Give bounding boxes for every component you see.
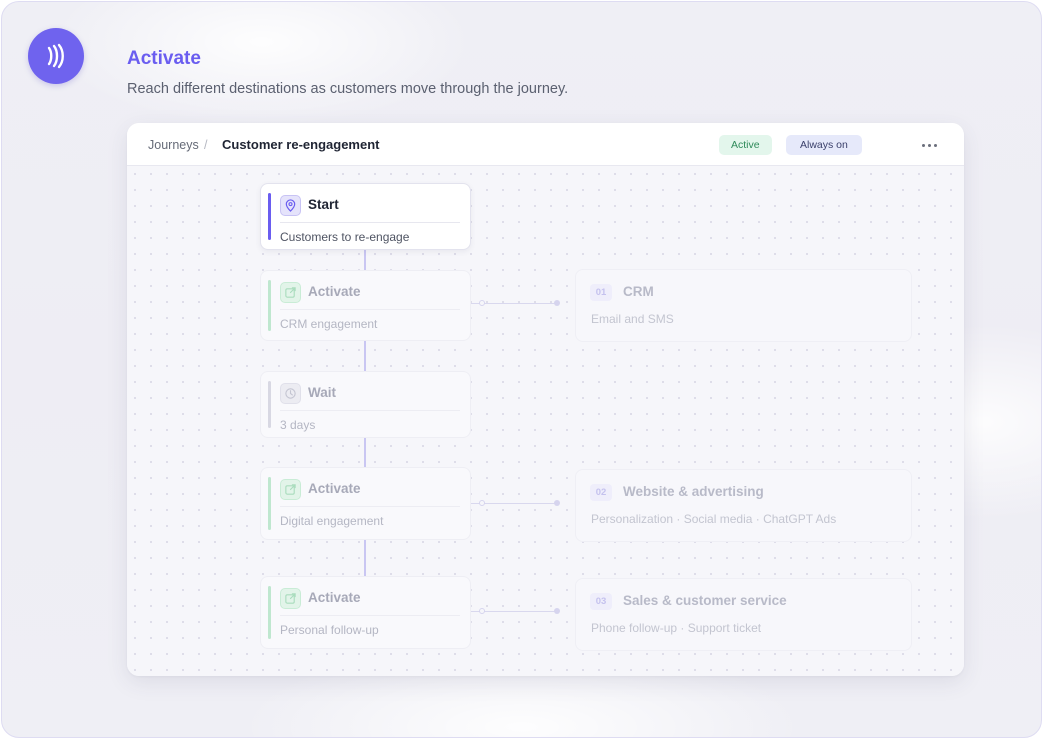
node-accent-bar xyxy=(268,586,271,639)
ellipsis-icon-dot xyxy=(933,143,937,147)
location-pin-icon xyxy=(280,195,301,216)
connector-handle xyxy=(554,608,560,614)
external-link-icon xyxy=(280,282,301,303)
connector-digital-personal xyxy=(364,540,366,576)
signal-waves-icon xyxy=(47,43,64,69)
breadcrumb-journeys[interactable]: Journeys xyxy=(148,138,199,152)
connector-crm-wait xyxy=(364,340,366,371)
node-subtitle: Customers to re-engage xyxy=(280,230,410,244)
activate-crm-node[interactable]: Activate CRM engagement xyxy=(260,270,471,341)
node-title: Activate xyxy=(308,590,361,605)
breadcrumb-separator: / xyxy=(204,138,208,152)
connector-handle xyxy=(479,608,485,614)
connector-handle xyxy=(479,300,485,306)
node-subtitle: CRM engagement xyxy=(280,317,378,331)
journey-canvas[interactable]: Start Customers to re-engage Activate CR… xyxy=(127,166,964,676)
node-subtitle: Personal follow-up xyxy=(280,623,379,637)
activate-digital-node[interactable]: Activate Digital engagement xyxy=(260,467,471,540)
panel-header: Journeys / Customer re-engagement Active… xyxy=(127,123,964,166)
node-subtitle: Digital engagement xyxy=(280,514,384,528)
destination-title: CRM xyxy=(623,284,654,299)
destination-number: 01 xyxy=(590,284,612,301)
node-divider xyxy=(280,222,460,223)
node-divider xyxy=(280,309,460,310)
destination-card-sales[interactable]: 03 Sales & customer service Phone follow… xyxy=(575,578,912,651)
mode-badge: Always on xyxy=(786,135,862,155)
activate-personal-node[interactable]: Activate Personal follow-up xyxy=(260,576,471,649)
destination-card-website[interactable]: 02 Website & advertising Personalization… xyxy=(575,469,912,542)
app-frame: Activate Reach different destinations as… xyxy=(1,1,1042,738)
node-accent-bar xyxy=(268,193,271,240)
node-divider xyxy=(280,506,460,507)
more-options-button[interactable] xyxy=(917,135,941,155)
node-title: Activate xyxy=(308,284,361,299)
start-node[interactable]: Start Customers to re-engage xyxy=(260,183,471,250)
external-link-icon xyxy=(280,479,301,500)
ellipsis-icon-dot xyxy=(921,143,925,147)
node-subtitle: 3 days xyxy=(280,418,316,432)
destination-subtitle: Phone follow-up · Support ticket xyxy=(591,621,762,635)
node-accent-bar xyxy=(268,477,271,530)
clock-icon xyxy=(280,383,301,404)
node-title: Wait xyxy=(308,385,336,400)
destination-subtitle: Personalization · Social media · ChatGPT… xyxy=(591,512,837,526)
logo xyxy=(28,28,84,84)
status-badge: Active xyxy=(719,135,772,155)
destination-title: Sales & customer service xyxy=(623,593,787,608)
connector-handle xyxy=(479,500,485,506)
connector-wait-digital xyxy=(364,437,366,467)
node-title: Activate xyxy=(308,481,361,496)
node-title: Start xyxy=(308,197,339,212)
destination-number: 03 xyxy=(590,593,612,610)
destination-subtitle: Email and SMS xyxy=(591,312,674,326)
ellipsis-icon-dot xyxy=(927,143,931,147)
connector-start-crm xyxy=(364,249,366,271)
destination-number: 02 xyxy=(590,484,612,501)
page-subtitle: Reach different destinations as customer… xyxy=(127,81,569,97)
node-divider xyxy=(280,615,460,616)
destination-title: Website & advertising xyxy=(623,484,764,499)
breadcrumb-current: Customer re-engagement xyxy=(222,137,380,152)
connector-handle xyxy=(554,500,560,506)
destination-card-crm[interactable]: 01 CRM Email and SMS xyxy=(575,269,912,342)
external-link-icon xyxy=(280,588,301,609)
node-accent-bar xyxy=(268,280,271,331)
node-divider xyxy=(280,410,460,411)
connector-handle xyxy=(554,300,560,306)
page-title: Activate xyxy=(127,48,201,69)
journey-panel: Journeys / Customer re-engagement Active… xyxy=(127,123,964,676)
node-accent-bar xyxy=(268,381,271,428)
wait-node[interactable]: Wait 3 days xyxy=(260,371,471,438)
